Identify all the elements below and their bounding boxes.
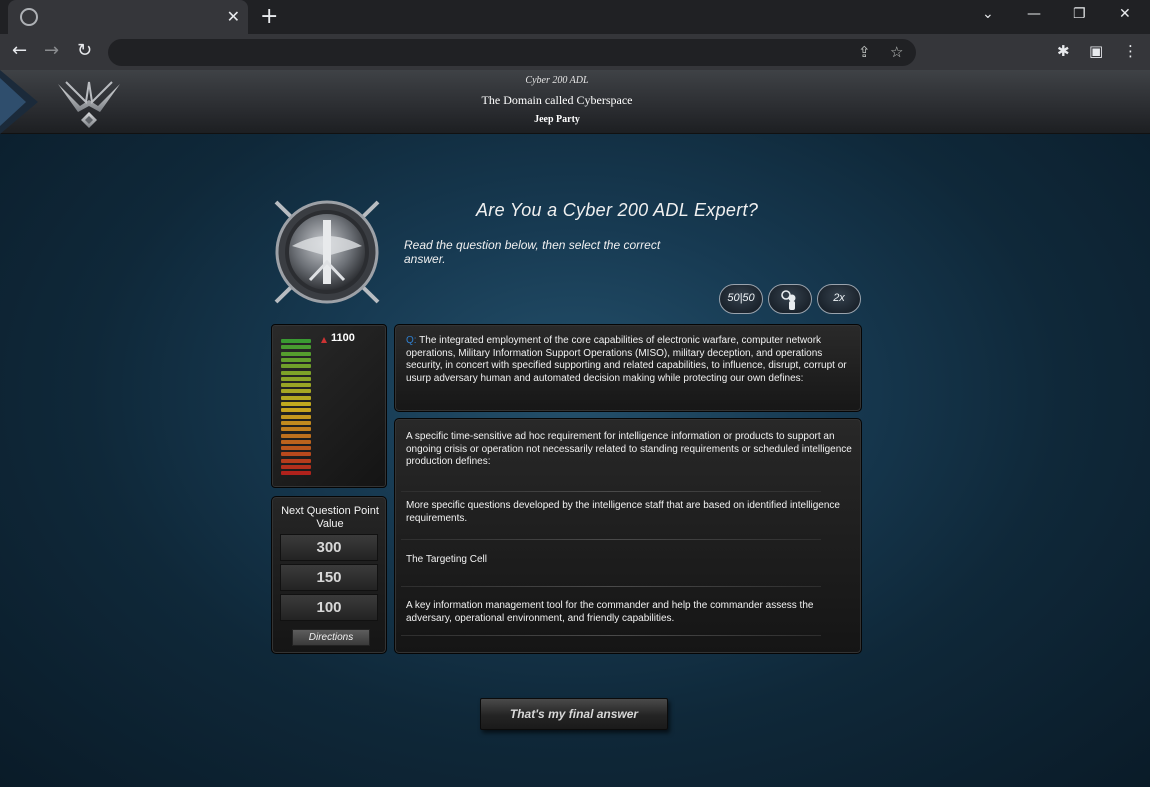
point-value-box: 100 — [280, 594, 378, 621]
bookmark-star-icon[interactable]: ☆ — [890, 43, 903, 61]
score-meter-bar — [281, 414, 311, 419]
answer-divider — [401, 635, 821, 636]
loading-favicon-icon — [20, 8, 38, 26]
restore-icon[interactable]: ❐ — [1073, 4, 1086, 24]
tab-close-icon[interactable]: ✕ — [227, 7, 240, 27]
score-meter-bar — [281, 345, 311, 350]
browser-toolbar: ← → ↻ ⇪ ☆ ✱ ▣ ⋮ — [0, 34, 1150, 70]
score-meter-bar — [281, 408, 311, 413]
question-prefix: Q: — [406, 335, 417, 346]
answer-divider — [401, 586, 821, 587]
forward-icon[interactable]: → — [44, 40, 59, 62]
instructions-text: Read the question below, then select the… — [404, 238, 661, 266]
course-name: Cyber 200 ADL — [525, 75, 589, 86]
browser-tab[interactable]: ✕ — [8, 0, 248, 34]
score-meter-bar — [281, 439, 311, 444]
score-meter-bar — [281, 471, 311, 476]
extensions-icon[interactable]: ✱ — [1057, 41, 1070, 61]
score-meter-bar — [281, 420, 311, 425]
score-meter-bar — [281, 357, 311, 362]
double-points-lifeline-button[interactable]: 2x — [817, 284, 861, 314]
score-meter-bar — [281, 427, 311, 432]
score-meter-bar — [281, 339, 311, 343]
score-meter-bar — [281, 452, 311, 457]
answer-option[interactable]: A specific time-sensitive ad hoc require… — [406, 431, 858, 469]
score-meter-bar — [281, 395, 311, 400]
final-answer-button[interactable]: That's my final answer — [480, 698, 668, 730]
close-window-icon[interactable]: ✕ — [1119, 4, 1131, 24]
point-value-box: 300 — [280, 534, 378, 561]
directions-button[interactable]: Directions — [292, 629, 370, 646]
score-meter-bar — [281, 351, 311, 356]
score-meter-bar — [281, 465, 311, 469]
score-pointer-icon — [321, 337, 327, 343]
answer-option[interactable]: More specific questions developed by the… — [406, 500, 858, 525]
answer-divider — [401, 539, 821, 540]
score-value: 1100 — [331, 332, 355, 344]
score-meter-bar — [281, 364, 311, 369]
tab-search-icon[interactable]: ⌄ — [982, 4, 994, 24]
cyber-emblem-icon — [274, 200, 380, 304]
answer-option[interactable]: The Targeting Cell — [406, 554, 858, 567]
reload-icon[interactable]: ↻ — [77, 40, 92, 62]
expert-person-icon — [781, 290, 796, 310]
new-tab-button[interactable]: + — [260, 4, 278, 30]
score-meter-bar — [281, 376, 311, 381]
browser-tab-bar: ✕ + ⌄ — ❐ ✕ — [0, 0, 1150, 34]
score-meter-bar — [281, 370, 311, 375]
fifty-fifty-lifeline-button[interactable]: 50|50 — [719, 284, 763, 314]
score-meter-bar — [281, 389, 311, 394]
point-value-box: 150 — [280, 564, 378, 591]
game-page: Cyber 200 ADL The Domain called Cyberspa… — [0, 70, 1150, 787]
next-question-label: Next Question Point Value — [281, 505, 379, 530]
next-question-points-panel: Next Question Point Value 300 150 100 Di… — [271, 496, 387, 654]
score-meter-bar — [281, 433, 311, 438]
minimize-icon[interactable]: — — [1027, 4, 1041, 24]
score-meter-bar — [281, 402, 311, 406]
game-name: Jeep Party — [534, 114, 580, 125]
game-title: Are You a Cyber 200 ADL Expert? — [476, 200, 759, 220]
score-meter-bar — [281, 446, 311, 451]
score-meter: 1100 — [271, 324, 387, 488]
question-text: Q: The integrated employment of the core… — [406, 335, 854, 385]
score-meter-bar — [281, 383, 311, 388]
course-header: Cyber 200 ADL The Domain called Cyberspa… — [0, 70, 1150, 134]
fifty-fifty-label: 50|50 — [727, 292, 755, 304]
module-title: The Domain called Cyberspace — [481, 93, 633, 107]
answer-option[interactable]: A key information management tool for th… — [406, 600, 858, 625]
share-icon[interactable]: ⇪ — [858, 43, 871, 61]
browser-menu-icon[interactable]: ⋮ — [1123, 41, 1138, 61]
double-points-label: 2x — [833, 292, 845, 304]
answer-divider — [401, 491, 821, 492]
back-icon[interactable]: ← — [12, 40, 27, 62]
address-bar[interactable]: ⇪ ☆ — [108, 39, 916, 66]
question-body: The integrated employment of the core ca… — [406, 335, 847, 384]
side-panel-icon[interactable]: ▣ — [1089, 41, 1103, 61]
answers-panel: A specific time-sensitive ad hoc require… — [394, 418, 862, 654]
question-panel: Q: The integrated employment of the core… — [394, 324, 862, 412]
ask-expert-lifeline-button[interactable] — [768, 284, 812, 314]
score-meter-bar — [281, 458, 311, 463]
